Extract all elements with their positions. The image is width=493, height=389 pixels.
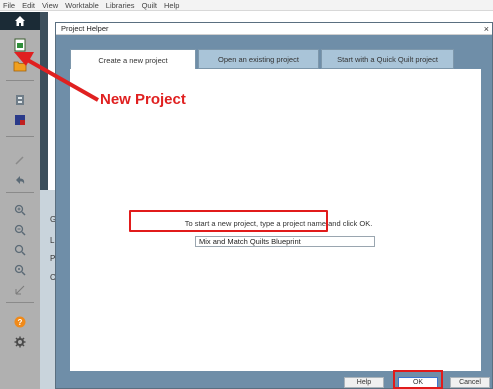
close-icon[interactable]: × xyxy=(484,23,489,35)
new-project-icon xyxy=(14,38,26,52)
toolbar-divider xyxy=(6,136,34,137)
zoom-in-button[interactable] xyxy=(12,202,28,218)
zoom-in-icon xyxy=(14,204,26,216)
toolbar-divider xyxy=(6,80,34,81)
tab-label: Start with a Quick Quilt project xyxy=(337,54,438,64)
new-project-annotation: New Project xyxy=(100,91,186,108)
zoom-actual-icon xyxy=(14,264,26,276)
zoom-out-icon xyxy=(14,224,26,236)
open-project-button[interactable] xyxy=(12,58,28,74)
open-project-icon xyxy=(13,61,27,72)
help-button[interactable]: ? xyxy=(12,314,28,330)
tab-quick-quilt-project[interactable]: Start with a Quick Quilt project xyxy=(321,49,454,69)
new-project-button[interactable] xyxy=(12,37,28,53)
menu-help[interactable]: Help xyxy=(164,1,179,10)
library-icon xyxy=(15,115,25,125)
svg-text:?: ? xyxy=(18,318,23,327)
zoom-fit-icon xyxy=(14,244,26,256)
help-dialog-button[interactable]: Help xyxy=(344,377,384,388)
help-icon: ? xyxy=(14,316,26,328)
settings-button[interactable] xyxy=(12,334,28,350)
zoom-out-button[interactable] xyxy=(12,222,28,238)
import-button[interactable] xyxy=(12,92,28,108)
tab-create-new-project[interactable]: Create a new project xyxy=(70,49,196,71)
tab-open-existing-project[interactable]: Open an existing project xyxy=(198,49,319,69)
menu-bar: File Edit View Worktable Libraries Quilt… xyxy=(0,0,493,11)
zoom-fit-button[interactable] xyxy=(12,242,28,258)
library-button[interactable] xyxy=(12,112,28,128)
menu-file[interactable]: File xyxy=(3,1,15,10)
menu-edit[interactable]: Edit xyxy=(22,1,35,10)
left-toolbar: ? xyxy=(0,12,40,389)
import-icon xyxy=(16,95,24,105)
project-helper-dialog: Project Helper × Create a new project Op… xyxy=(55,22,493,389)
dialog-title-bar: Project Helper × xyxy=(56,23,492,35)
toolbar-divider xyxy=(6,302,34,303)
toolbar-divider xyxy=(6,192,34,193)
project-name-highlight xyxy=(129,210,328,232)
zoom-actual-button[interactable] xyxy=(12,262,28,278)
menu-worktable[interactable]: Worktable xyxy=(65,1,99,10)
menu-view[interactable]: View xyxy=(42,1,58,10)
undo-icon xyxy=(16,176,25,184)
tab-label: Create a new project xyxy=(98,56,168,65)
rotate-button[interactable] xyxy=(12,282,28,298)
home-icon xyxy=(15,16,25,26)
undo-button[interactable] xyxy=(12,172,28,188)
tab-label: Open an existing project xyxy=(218,54,299,64)
home-button[interactable] xyxy=(0,12,40,30)
menu-quilt[interactable]: Quilt xyxy=(142,1,157,10)
pencil-icon xyxy=(15,156,24,165)
project-name-input[interactable] xyxy=(195,236,375,247)
dialog-title: Project Helper xyxy=(61,24,109,33)
ok-button-highlight xyxy=(393,370,443,389)
cancel-button[interactable]: Cancel xyxy=(450,377,490,388)
menu-libraries[interactable]: Libraries xyxy=(106,1,135,10)
settings-icon xyxy=(14,336,26,348)
rotate-icon xyxy=(15,285,25,295)
pencil-button[interactable] xyxy=(12,152,28,168)
